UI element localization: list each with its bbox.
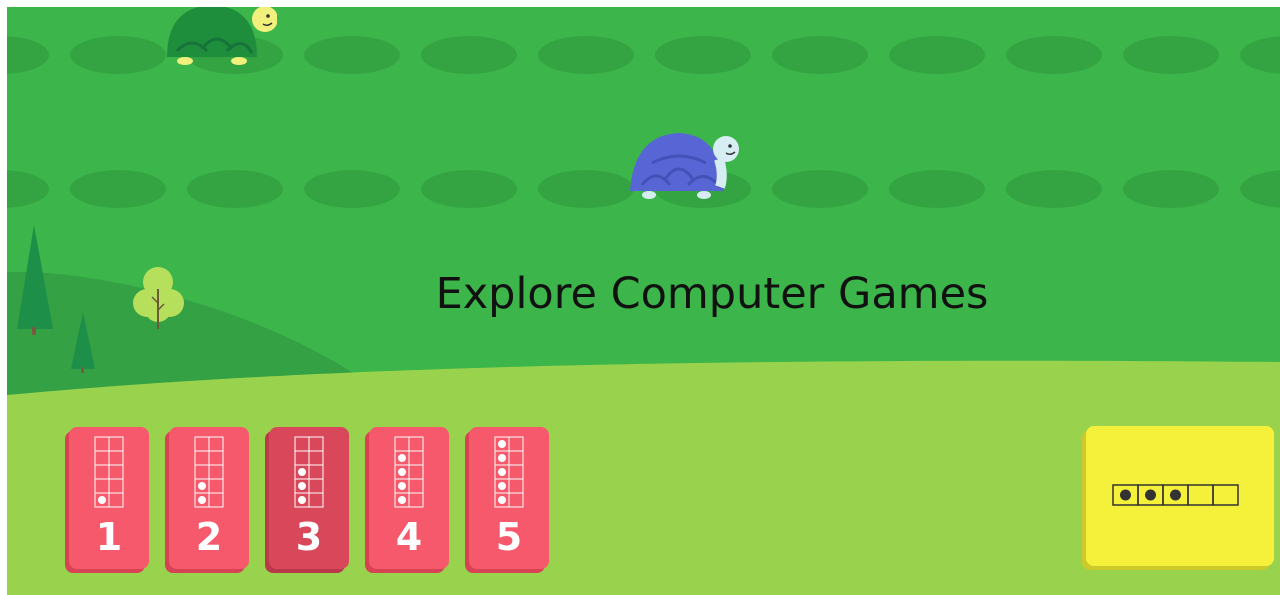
track-spot (889, 36, 985, 74)
number-card-4[interactable]: 4 (369, 427, 449, 569)
pine-tree-large-trunk (32, 327, 36, 335)
blue-turtle (630, 133, 739, 199)
track-spot (1240, 36, 1280, 74)
track-spot (1123, 36, 1219, 74)
frame-dot (1170, 489, 1181, 501)
card-number: 4 (395, 515, 423, 559)
frame-dot (1120, 489, 1131, 501)
frame-dot (1145, 489, 1156, 501)
frame-dot (498, 496, 506, 504)
track-spot (304, 170, 400, 208)
number-card-3[interactable]: 3 (269, 427, 349, 569)
track-spot (1240, 170, 1280, 208)
five-frame (494, 436, 524, 508)
track-spot (772, 170, 868, 208)
track-spot (889, 170, 985, 208)
track-spot (538, 170, 634, 208)
frame-dot (398, 454, 406, 462)
frame-dot (98, 496, 106, 504)
track-spot (70, 170, 166, 208)
five-frame (194, 436, 224, 508)
track-spot (421, 36, 517, 74)
five-frame (1112, 484, 1239, 506)
track-spot (1006, 36, 1102, 74)
frame-dot (298, 482, 306, 490)
number-card-2[interactable]: 2 (169, 427, 249, 569)
frame-dot (398, 496, 406, 504)
track-spot (1123, 170, 1219, 208)
frame-dot (198, 496, 206, 504)
frame-dot (498, 440, 506, 448)
track-spot (772, 36, 868, 74)
frame-dot (498, 454, 506, 462)
track-spot (655, 36, 751, 74)
track-spot (7, 36, 49, 74)
track-spot (421, 170, 517, 208)
track-spot (1006, 170, 1102, 208)
five-frame (394, 436, 424, 508)
number-card-1[interactable]: 1 (69, 427, 149, 569)
number-card-5[interactable]: 5 (469, 427, 549, 569)
frame-dot (298, 496, 306, 504)
frame-dot (398, 482, 406, 490)
green-turtle (167, 7, 277, 65)
card-number: 1 (95, 515, 123, 559)
game-scene: Explore Computer Games 12345 (7, 7, 1280, 595)
card-number: 5 (495, 515, 523, 559)
pine-tree-small-trunk (81, 367, 84, 373)
frame-dot (198, 482, 206, 490)
five-frame (94, 436, 124, 508)
track-spot (304, 36, 400, 74)
track-spot (70, 36, 166, 74)
frame-dot (298, 468, 306, 476)
card-number: 3 (295, 515, 323, 559)
card-number: 2 (195, 515, 223, 559)
frame-dot (398, 468, 406, 476)
track-spot (538, 36, 634, 74)
track-spot (187, 170, 283, 208)
track-spot (7, 170, 49, 208)
answer-box[interactable] (1086, 426, 1274, 566)
five-frame (294, 436, 324, 508)
frame-dot (498, 482, 506, 490)
frame-dot (498, 468, 506, 476)
